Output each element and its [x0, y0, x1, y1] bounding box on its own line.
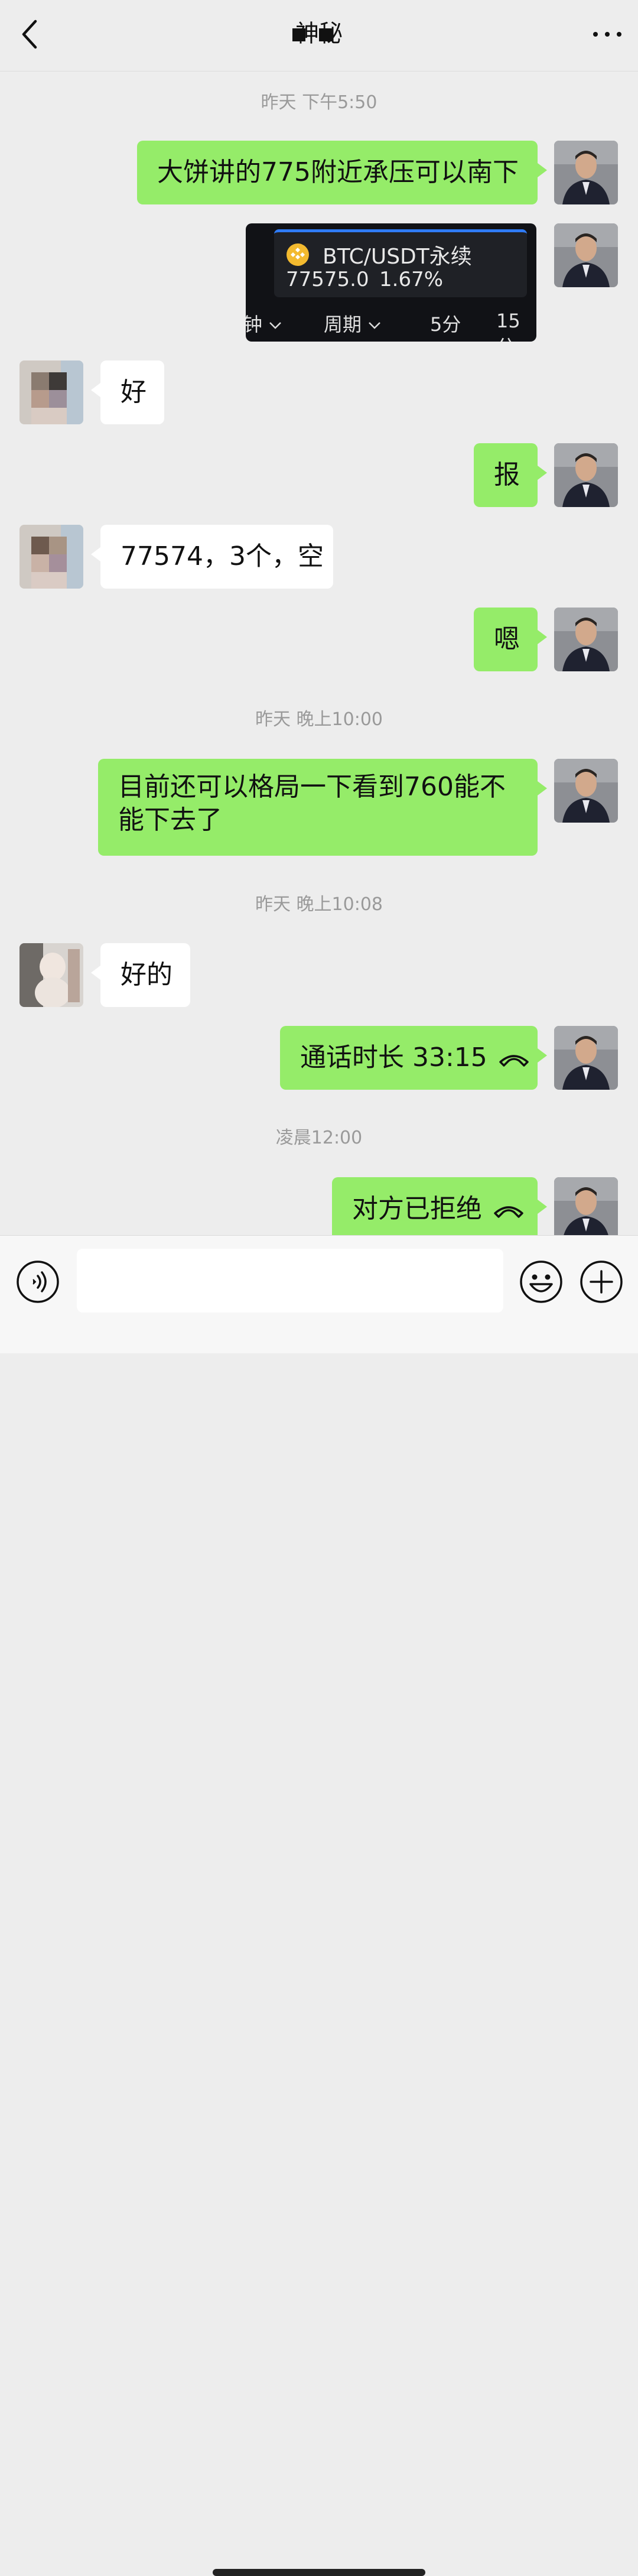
call-record-bubble[interactable]: 通话时长 33:15: [280, 1026, 547, 1090]
home-indicator: [213, 2569, 425, 2576]
toolbar-item: 5分: [430, 313, 461, 336]
plus-icon[interactable]: [579, 1259, 624, 1304]
toolbar-item: 周期: [324, 310, 382, 337]
call-duration: 通话时长 33:15: [300, 1042, 487, 1073]
message-bubble-contact[interactable]: 好的: [91, 943, 190, 1007]
emoji-icon[interactable]: [519, 1259, 564, 1304]
voice-icon[interactable]: [15, 1259, 60, 1304]
timestamp: 凌晨12:00: [275, 1128, 363, 1148]
redaction-block: [292, 28, 305, 41]
avatar-me[interactable]: [554, 759, 618, 823]
call-record-bubble[interactable]: 对方已拒绝: [332, 1177, 547, 1235]
ticker-change: 1.67%: [379, 268, 444, 291]
timestamp: 昨天 晚上10:00: [255, 709, 383, 730]
avatar-me[interactable]: [554, 608, 618, 671]
avatar-me[interactable]: [554, 443, 618, 507]
avatar-me[interactable]: [554, 141, 618, 204]
timestamp: 昨天 下午5:50: [261, 92, 377, 113]
phone-hangup-icon: [499, 1055, 529, 1067]
timestamp: 昨天 晚上10:08: [255, 894, 383, 915]
message-bubble-me[interactable]: 嗯: [474, 608, 547, 671]
avatar-me[interactable]: [554, 1177, 618, 1235]
chat-title-area: 神秘: [224, 13, 414, 54]
more-dots-icon[interactable]: [591, 24, 624, 45]
chevron-down-icon: [369, 322, 380, 329]
binance-coin-icon: [287, 243, 309, 266]
toolbar-item: 15分: [496, 310, 520, 342]
ticker-pair: BTC/USDT永续: [323, 245, 472, 269]
avatar-contact[interactable]: [19, 525, 83, 589]
call-status: 对方已拒绝: [352, 1194, 482, 1224]
ticker-price: 77575.0: [286, 268, 369, 291]
chat-header: 神秘: [0, 0, 638, 72]
phone-hangup-icon: [494, 1206, 523, 1218]
toolbar-label: 钟: [246, 313, 263, 336]
message-bubble-me[interactable]: 目前还可以格局一下看到760能不能下去了: [98, 759, 547, 856]
image-message[interactable]: BTC/USDT永续 77575.0 1.67% 钟 周期 5分 15分: [246, 223, 536, 342]
message-bubble-contact[interactable]: 好: [91, 360, 164, 424]
ticker-card: BTC/USDT永续 77575.0 1.67%: [274, 229, 527, 297]
avatar-me[interactable]: [554, 1026, 618, 1090]
toolbar-item: 钟: [246, 310, 282, 337]
message-list[interactable]: 昨天 下午5:50 大饼讲的775附近承压可以南下 BTC/USDT永续 775…: [0, 71, 638, 1235]
message-bubble-me[interactable]: 大饼讲的775附近承压可以南下: [137, 141, 547, 204]
avatar-contact[interactable]: [19, 360, 83, 424]
avatar-me[interactable]: [554, 223, 618, 287]
message-bubble-contact[interactable]: 77574，3个，空: [91, 525, 333, 589]
message-bubble-me[interactable]: 报: [474, 443, 547, 507]
chevron-down-icon: [269, 322, 281, 329]
avatar-contact[interactable]: [19, 943, 83, 1007]
message-input[interactable]: [77, 1249, 503, 1313]
input-bar: [0, 1235, 638, 2576]
chevron-left-icon[interactable]: [18, 18, 44, 51]
toolbar-label: 周期: [324, 313, 362, 336]
redaction-block: [319, 28, 332, 41]
